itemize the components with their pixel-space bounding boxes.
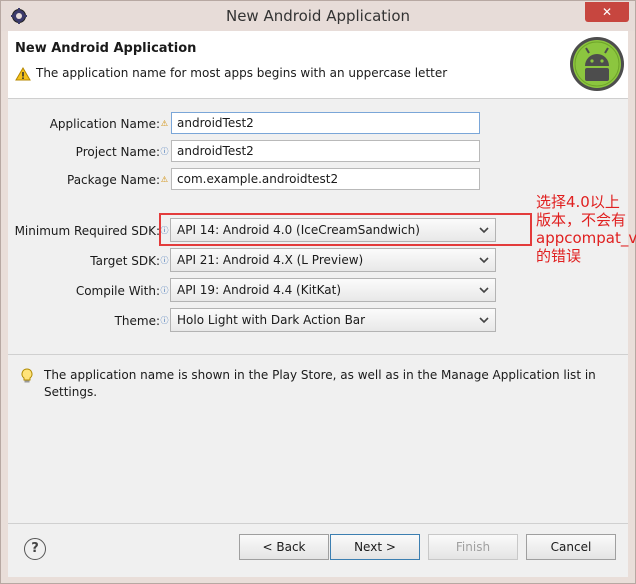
divider bbox=[8, 354, 628, 355]
theme-label: Theme: bbox=[114, 314, 160, 328]
theme-dropdown[interactable]: Holo Light with Dark Action Bar bbox=[170, 308, 496, 332]
chevron-down-icon bbox=[479, 317, 489, 324]
chevron-down-icon bbox=[479, 287, 489, 294]
next-button[interactable]: Next > bbox=[330, 534, 420, 560]
theme-value: Holo Light with Dark Action Bar bbox=[177, 313, 366, 327]
cancel-button[interactable]: Cancel bbox=[526, 534, 616, 560]
application-name-label: Application Name: bbox=[49, 117, 160, 131]
target-sdk-dropdown[interactable]: API 21: Android 4.X (L Preview) bbox=[170, 248, 496, 272]
warning-decoration-icon: ⚠ bbox=[160, 119, 169, 128]
application-name-input[interactable]: androidTest2 bbox=[171, 112, 480, 134]
target-sdk-value: API 21: Android 4.X (L Preview) bbox=[177, 253, 364, 267]
compile-with-label: Compile With: bbox=[75, 284, 160, 298]
project-name-input[interactable]: androidTest2 bbox=[171, 140, 480, 162]
info-decoration-icon: ⓘ bbox=[160, 286, 169, 295]
page-title: New Android Application bbox=[15, 41, 197, 56]
info-decoration-icon: ⓘ bbox=[160, 147, 169, 156]
lightbulb-icon bbox=[21, 368, 33, 383]
project-name-label: Project Name: bbox=[75, 145, 160, 159]
warning-icon bbox=[15, 67, 31, 81]
wizard-body: New Android Application The application … bbox=[8, 31, 628, 577]
window-title: New Android Application bbox=[225, 7, 411, 25]
package-name-input[interactable]: com.example.androidtest2 bbox=[171, 168, 480, 190]
header-message: The application name for most apps begin… bbox=[36, 66, 448, 80]
compile-with-dropdown[interactable]: API 19: Android 4.4 (KitKat) bbox=[170, 278, 496, 302]
title-bar[interactable]: New Android Application ✕ bbox=[1, 1, 635, 31]
divider bbox=[8, 523, 628, 524]
tip-text: The application name is shown in the Pla… bbox=[44, 368, 596, 399]
close-button[interactable]: ✕ bbox=[585, 2, 629, 22]
dialog-window: New Android Application ✕ New Android Ap… bbox=[0, 0, 636, 584]
annotation-highlight-box bbox=[159, 213, 532, 246]
back-button[interactable]: < Back bbox=[239, 534, 329, 560]
chevron-down-icon bbox=[479, 257, 489, 264]
wizard-header: New Android Application The application … bbox=[8, 31, 628, 99]
finish-button[interactable]: Finish bbox=[428, 534, 518, 560]
package-name-label: Package Name: bbox=[67, 173, 160, 187]
target-sdk-label: Target SDK: bbox=[90, 254, 160, 268]
info-decoration-icon: ⓘ bbox=[160, 256, 169, 265]
info-decoration-icon: ⓘ bbox=[160, 316, 169, 325]
android-logo-icon bbox=[570, 37, 624, 91]
min-sdk-label: Minimum Required SDK: bbox=[14, 224, 160, 238]
help-icon[interactable]: ? bbox=[24, 538, 46, 560]
annotation-text: 选择4.0以上版本，不会有appcompat_v7_2的错误 bbox=[536, 193, 636, 265]
warning-decoration-icon: ⚠ bbox=[160, 175, 169, 184]
close-icon: ✕ bbox=[601, 5, 613, 19]
compile-with-value: API 19: Android 4.4 (KitKat) bbox=[177, 283, 342, 297]
